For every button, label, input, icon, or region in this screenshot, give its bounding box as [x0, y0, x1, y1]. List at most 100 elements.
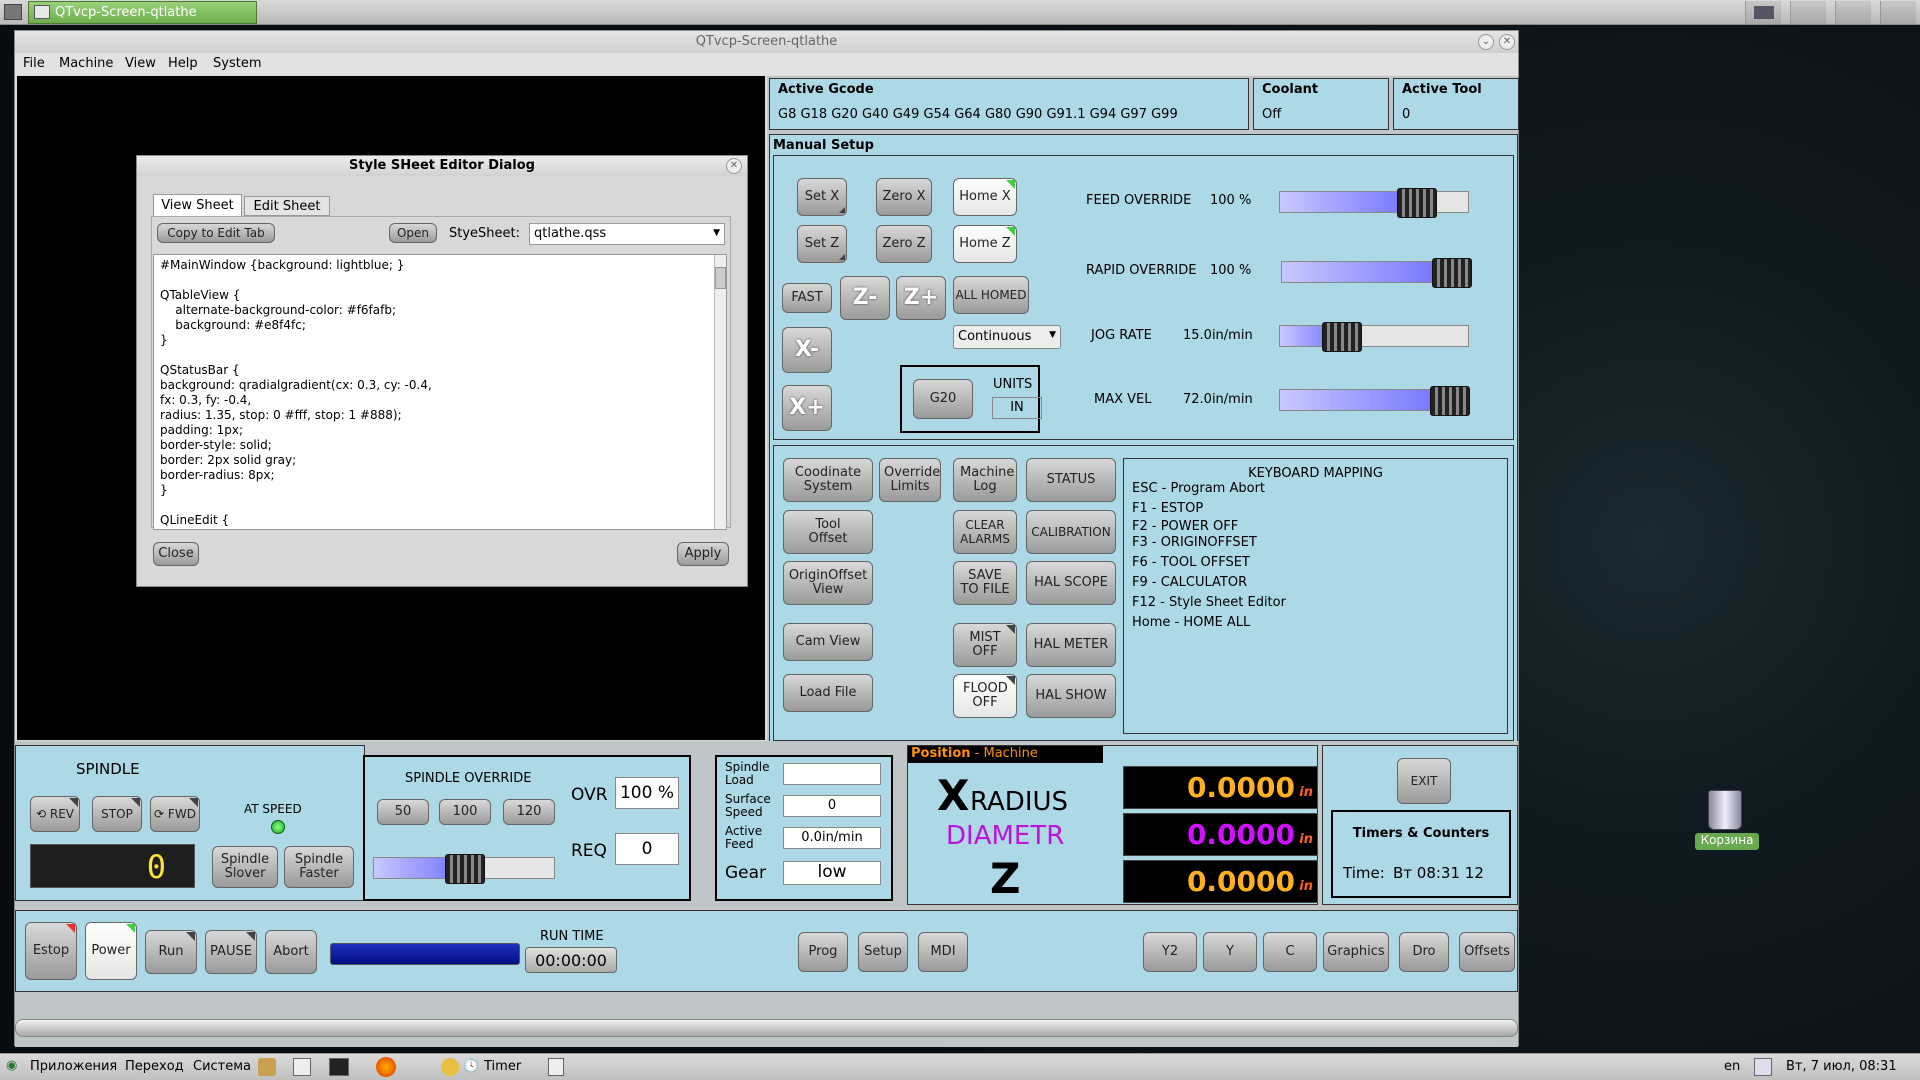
- dialog-close-icon[interactable]: ✕: [726, 158, 742, 174]
- calibration-button[interactable]: CALIBRATION: [1026, 510, 1116, 554]
- trash-label[interactable]: Корзина: [1695, 833, 1759, 850]
- firefox-icon[interactable]: [376, 1057, 396, 1077]
- terminal-icon[interactable]: [329, 1058, 349, 1076]
- max-vel-slider[interactable]: [1279, 386, 1470, 416]
- y2-button[interactable]: Y2: [1143, 932, 1197, 972]
- stylesheet-select[interactable]: qtlathe.qss ▼: [529, 223, 725, 245]
- g20-button[interactable]: G20: [913, 379, 973, 419]
- apps-menu[interactable]: Приложения: [30, 1059, 117, 1074]
- y-button[interactable]: Y: [1203, 932, 1257, 972]
- zero-x-button[interactable]: Zero X: [876, 178, 932, 216]
- scrollbar[interactable]: [714, 255, 726, 529]
- slider-handle[interactable]: [1397, 188, 1437, 218]
- hal-scope-button[interactable]: HAL SCOPE: [1026, 561, 1116, 605]
- tab-offsets-button[interactable]: Offsets: [1459, 932, 1515, 972]
- estop-button[interactable]: Estop: [25, 922, 77, 980]
- pause-button[interactable]: PAUSE: [205, 930, 257, 974]
- menu-view[interactable]: View: [125, 56, 156, 71]
- jog-x-plus-button[interactable]: X+: [782, 385, 832, 431]
- system-menu[interactable]: Система: [193, 1059, 251, 1074]
- apps-menu-icon[interactable]: ◉: [6, 1058, 17, 1073]
- hal-show-button[interactable]: HAL SHOW: [1026, 674, 1116, 718]
- copy-to-edit-button[interactable]: Copy to Edit Tab: [157, 223, 275, 243]
- tab-mdi-button[interactable]: MDI: [918, 932, 968, 972]
- apply-button[interactable]: Apply: [677, 542, 729, 566]
- cam-view-button[interactable]: Cam View: [783, 623, 873, 661]
- slider-handle[interactable]: [1430, 386, 1470, 416]
- network-icon[interactable]: [1754, 1058, 1772, 1076]
- home-x-button[interactable]: Home X: [953, 178, 1017, 216]
- abort-button[interactable]: Abort: [265, 930, 317, 974]
- spindle-slower-button[interactable]: Spindle Slover: [212, 846, 278, 888]
- spindle-faster-button[interactable]: Spindle Faster: [284, 846, 354, 888]
- status-button[interactable]: STATUS: [1026, 458, 1116, 502]
- feed-override-slider[interactable]: [1279, 188, 1469, 218]
- jog-z-plus-button[interactable]: Z+: [896, 276, 946, 320]
- scrollbar-thumb[interactable]: [715, 267, 726, 289]
- spindle-120-button[interactable]: 120: [503, 799, 555, 825]
- machine-log-button[interactable]: Machine Log: [953, 458, 1017, 502]
- menu-help[interactable]: Help: [168, 56, 198, 71]
- minimize-icon[interactable]: ⌄: [1478, 34, 1494, 50]
- menu-system[interactable]: System: [213, 56, 261, 71]
- flood-off-button[interactable]: FLOOD OFF: [953, 674, 1017, 718]
- zero-z-button[interactable]: Zero Z: [876, 225, 932, 263]
- tab-view-sheet[interactable]: View Sheet: [153, 194, 242, 216]
- mist-off-button[interactable]: MIST OFF: [953, 623, 1017, 667]
- slider-handle[interactable]: [1322, 322, 1362, 352]
- jog-x-minus-button[interactable]: X-: [782, 327, 832, 373]
- tool-offset-button[interactable]: Tool Offset: [783, 510, 873, 554]
- menu-machine[interactable]: Machine: [59, 56, 113, 71]
- taskbar-window-button[interactable]: QTvcp-Screen-qtlathe: [28, 1, 257, 24]
- open-button[interactable]: Open: [389, 223, 437, 243]
- text-editor-icon[interactable]: [293, 1058, 311, 1076]
- close-icon[interactable]: ✕: [1499, 34, 1515, 50]
- places-menu[interactable]: Переход: [125, 1059, 184, 1074]
- jog-rate-slider[interactable]: [1279, 322, 1469, 352]
- launcher-icon[interactable]: [258, 1058, 276, 1076]
- set-x-button[interactable]: Set X: [797, 178, 847, 216]
- spindle-override-slider[interactable]: [373, 854, 555, 884]
- workspace-2[interactable]: [1790, 1, 1826, 24]
- clock[interactable]: Вт, 7 июл, 08:31: [1786, 1059, 1897, 1074]
- jog-z-minus-button[interactable]: Z-: [840, 276, 890, 320]
- slider-handle[interactable]: [1432, 258, 1472, 288]
- fast-button[interactable]: FAST: [782, 283, 832, 313]
- rapid-override-slider[interactable]: [1281, 258, 1472, 288]
- load-file-button[interactable]: Load File: [783, 674, 873, 712]
- notes-icon[interactable]: [548, 1058, 564, 1076]
- menu-file[interactable]: File: [23, 56, 45, 71]
- workspace-3[interactable]: [1835, 1, 1871, 24]
- timer-label[interactable]: Timer: [484, 1059, 521, 1074]
- tab-edit-sheet[interactable]: Edit Sheet: [244, 196, 330, 216]
- trash-icon[interactable]: [1708, 790, 1742, 830]
- c-button[interactable]: C: [1263, 932, 1317, 972]
- tab-graphics-button[interactable]: Graphics: [1323, 932, 1389, 972]
- show-desktop-icon[interactable]: [4, 4, 22, 20]
- workspace-1[interactable]: [1745, 1, 1781, 24]
- hal-meter-button[interactable]: HAL METER: [1026, 623, 1116, 667]
- spindle-forward-button[interactable]: ⟳ FWD: [150, 796, 200, 832]
- set-z-button[interactable]: Set Z: [797, 225, 847, 263]
- tab-dro-button[interactable]: Dro: [1399, 932, 1449, 972]
- spindle-100-button[interactable]: 100: [439, 799, 491, 825]
- home-z-button[interactable]: Home Z: [953, 225, 1017, 263]
- spindle-stop-button[interactable]: STOP: [92, 796, 142, 832]
- spindle-50-button[interactable]: 50: [377, 799, 429, 825]
- run-button[interactable]: Run: [145, 930, 197, 974]
- close-button[interactable]: Close: [153, 542, 199, 566]
- origin-offset-view-button[interactable]: OriginOffset View: [783, 561, 873, 605]
- timer-applet-icon[interactable]: [441, 1058, 459, 1076]
- save-to-file-button[interactable]: SAVE TO FILE: [953, 561, 1017, 605]
- exit-button[interactable]: EXIT: [1397, 758, 1451, 804]
- spindle-reverse-button[interactable]: ⟲ REV: [30, 796, 80, 832]
- jog-mode-select[interactable]: Continuous ▼: [953, 325, 1061, 349]
- all-homed-button[interactable]: ALL HOMED: [953, 276, 1029, 314]
- stylesheet-text-view[interactable]: #MainWindow {background: lightblue; } QT…: [153, 254, 727, 530]
- workspace-4[interactable]: [1880, 1, 1916, 24]
- power-button[interactable]: Power: [85, 922, 137, 980]
- keyboard-layout[interactable]: en: [1724, 1059, 1740, 1074]
- tab-prog-button[interactable]: Prog: [798, 932, 848, 972]
- coordinate-system-button[interactable]: Coodinate System: [783, 458, 873, 502]
- tab-setup-button[interactable]: Setup: [858, 932, 908, 972]
